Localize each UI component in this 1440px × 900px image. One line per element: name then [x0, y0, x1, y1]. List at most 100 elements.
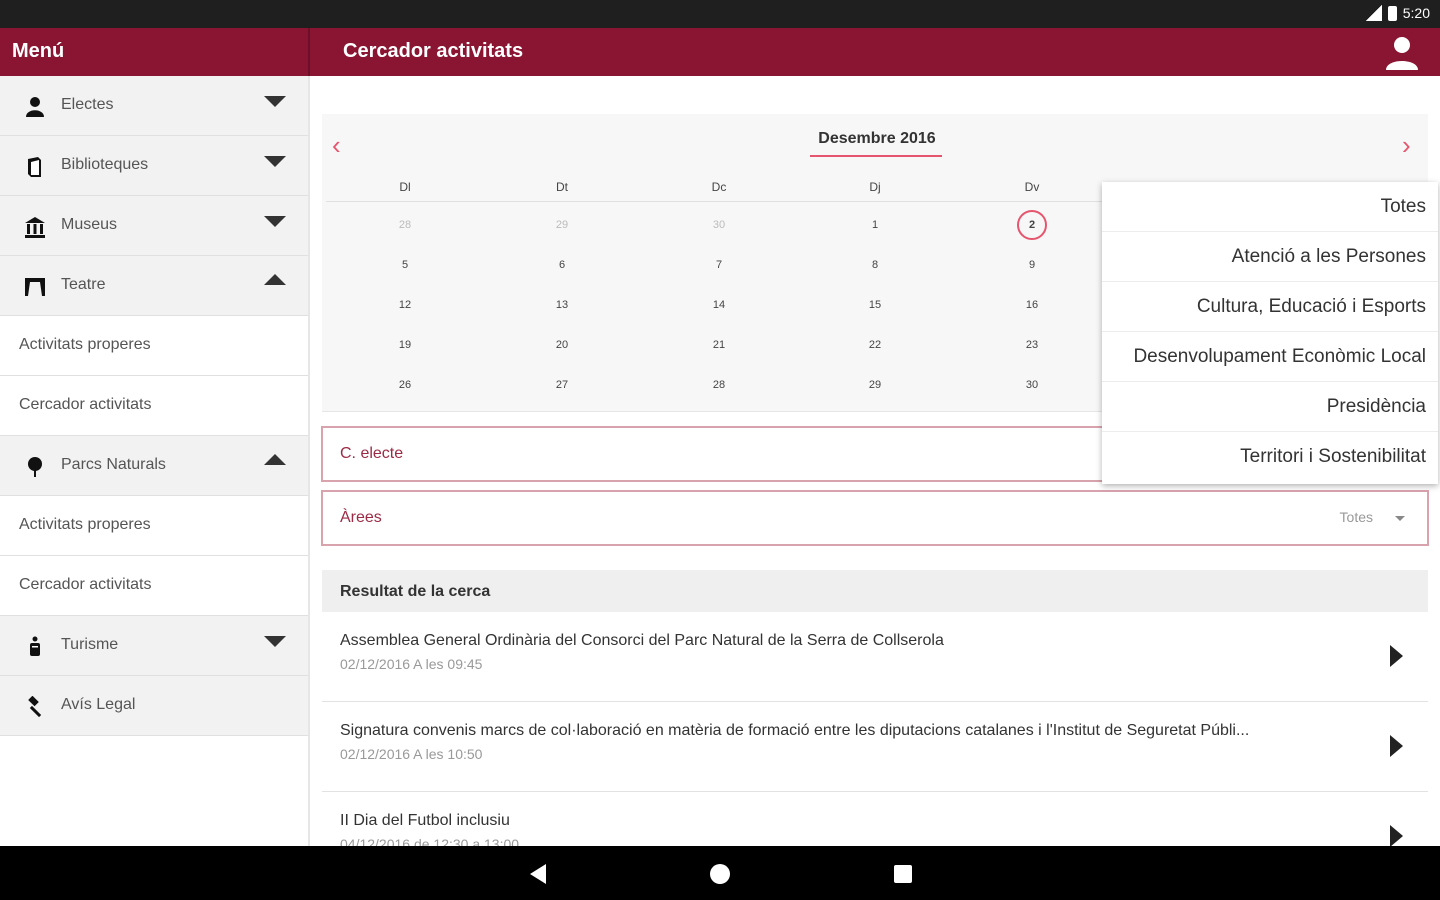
calendar-day[interactable]: 27	[547, 370, 577, 400]
sidebar-item-electes[interactable]: Electes	[0, 76, 308, 136]
sidebar-item-label: Activitats properes	[19, 516, 151, 533]
sidebar-item-label: Activitats properes	[19, 336, 151, 353]
home-icon[interactable]	[710, 864, 730, 884]
calendar-day[interactable]: 6	[547, 250, 577, 280]
status-indicators: 5:20	[1365, 5, 1430, 21]
dropdown-option-cultura[interactable]: Cultura, Educació i Esports	[1102, 282, 1438, 332]
calendar-weekday-label: Dt	[556, 180, 568, 194]
sidebar-item-label: Teatre	[61, 276, 106, 293]
back-icon[interactable]	[530, 864, 546, 884]
calendar-day[interactable]: 15	[860, 290, 890, 320]
sidebar-subitem-teatre-cercador-activitats[interactable]: Cercador activitats	[0, 376, 308, 436]
dropdown-option-territori[interactable]: Territori i Sostenibilitat	[1102, 432, 1438, 482]
sidebar-item-label: Turisme	[61, 636, 119, 653]
calendar-day[interactable]: 7	[704, 250, 734, 280]
sidebar-item-parcs-naturals[interactable]: Parcs Naturals	[0, 436, 308, 496]
system-nav-bar	[0, 846, 1440, 900]
search-results: Resultat de la cerca Assemblea General O…	[322, 570, 1428, 846]
result-title: Assemblea General Ordinària del Consorci…	[340, 632, 944, 649]
sidebar-menu: Electes Biblioteques Museus Teatre Activ…	[0, 76, 310, 846]
dropdown-option-desenvolupament[interactable]: Desenvolupament Econòmic Local	[1102, 332, 1438, 382]
calendar-day[interactable]: 13	[547, 290, 577, 320]
calendar-day[interactable]: 23	[1017, 330, 1047, 360]
calendar-day[interactable]: 30	[704, 210, 734, 240]
calendar-day[interactable]: 2	[1017, 210, 1047, 240]
chevron-right-icon[interactable]	[1390, 645, 1403, 667]
chevron-right-icon[interactable]	[1390, 825, 1403, 846]
calendar-day[interactable]: 22	[860, 330, 890, 360]
sidebar-item-biblioteques[interactable]: Biblioteques	[0, 136, 308, 196]
chevron-down-icon[interactable]	[264, 156, 286, 167]
chevron-down-icon[interactable]	[264, 216, 286, 227]
sidebar-item-label: Avís Legal	[61, 696, 136, 713]
chevron-right-icon[interactable]	[1390, 735, 1403, 757]
calendar-day[interactable]: 28	[390, 210, 420, 240]
calendar-month-underline	[810, 155, 942, 157]
areas-selected-value: Totes	[1339, 509, 1373, 525]
menu-title: Menú	[12, 40, 65, 62]
calendar-prev-button[interactable]: ‹	[332, 130, 341, 161]
sidebar-item-label: Electes	[61, 96, 114, 113]
calendar-weekday-label: Dj	[869, 180, 881, 194]
status-time: 5:20	[1402, 5, 1430, 21]
chevron-up-icon[interactable]	[264, 454, 286, 465]
dropdown-option-totes[interactable]: Totes	[1102, 182, 1438, 232]
user-account-icon[interactable]	[1384, 34, 1420, 70]
theater-icon	[25, 278, 45, 296]
result-date: 02/12/2016 A les 09:45	[340, 656, 483, 672]
calendar-day[interactable]: 30	[1017, 370, 1047, 400]
calendar-day[interactable]: 8	[860, 250, 890, 280]
chevron-down-icon[interactable]	[264, 96, 286, 107]
dropdown-option-atencio-persones[interactable]: Atenció a les Persones	[1102, 232, 1438, 282]
calendar-day[interactable]: 29	[860, 370, 890, 400]
dropdown-option-presidencia[interactable]: Presidència	[1102, 382, 1438, 432]
result-title: II Dia del Futbol inclusiu	[340, 812, 510, 829]
calendar-day[interactable]: 19	[390, 330, 420, 360]
calendar-next-button[interactable]: ›	[1402, 130, 1411, 161]
result-row[interactable]: Signatura convenis marcs de col·laboraci…	[322, 702, 1428, 792]
battery-icon	[1387, 5, 1397, 21]
sidebar-item-label: Cercador activitats	[19, 576, 152, 593]
person-icon	[26, 97, 44, 117]
page-title: Cercador activitats	[343, 40, 524, 62]
sidebar-item-turisme[interactable]: Turisme	[0, 616, 308, 676]
result-row[interactable]: Assemblea General Ordinària del Consorci…	[322, 612, 1428, 702]
museum-icon	[25, 217, 45, 238]
sidebar-item-label: Museus	[61, 216, 118, 233]
areas-field[interactable]: Àrees Totes	[321, 490, 1429, 546]
calendar-day[interactable]: 1	[860, 210, 890, 240]
result-date: 04/12/2016 de 12:30 a 13:00	[340, 836, 520, 846]
calendar-day[interactable]: 12	[390, 290, 420, 320]
sidebar-subitem-parcs-activitats-properes[interactable]: Activitats properes	[0, 496, 308, 556]
calendar-day[interactable]: 5	[390, 250, 420, 280]
sidebar-subitem-parcs-cercador-activitats[interactable]: Cercador activitats	[0, 556, 308, 616]
sidebar-item-label: Biblioteques	[61, 156, 149, 173]
calendar-day[interactable]: 26	[390, 370, 420, 400]
calendar-weekday-label: Dc	[711, 180, 727, 194]
calendar-day[interactable]: 14	[704, 290, 734, 320]
result-date: 02/12/2016 A les 10:50	[340, 746, 483, 762]
areas-dropdown-menu: Totes Atenció a les Persones Cultura, Ed…	[1102, 182, 1438, 484]
calendar-day[interactable]: 20	[547, 330, 577, 360]
calendar-day[interactable]: 9	[1017, 250, 1047, 280]
calendar-month-title: Desembre 2016	[818, 130, 936, 147]
book-icon	[28, 157, 41, 177]
calendar-day[interactable]: 29	[547, 210, 577, 240]
sidebar-item-avis-legal[interactable]: Avís Legal	[0, 676, 308, 736]
chevron-down-icon[interactable]	[264, 636, 286, 647]
result-row[interactable]: II Dia del Futbol inclusiu 04/12/2016 de…	[322, 792, 1428, 846]
calendar-day[interactable]: 16	[1017, 290, 1047, 320]
calendar-weekday-label: Dl	[399, 180, 411, 194]
sidebar-item-teatre[interactable]: Teatre	[0, 256, 308, 316]
areas-label: Àrees	[340, 509, 382, 526]
tree-icon	[28, 457, 42, 477]
sidebar-item-label: Cercador activitats	[19, 396, 152, 413]
calendar-day[interactable]: 28	[704, 370, 734, 400]
calendar-day[interactable]: 21	[704, 330, 734, 360]
sidebar-item-museus[interactable]: Museus	[0, 196, 308, 256]
recent-apps-icon[interactable]	[894, 865, 912, 883]
sidebar-subitem-teatre-activitats-properes[interactable]: Activitats properes	[0, 316, 308, 376]
dropdown-caret-icon[interactable]	[1395, 516, 1405, 521]
calendar-weekday-label: Dv	[1024, 180, 1040, 194]
chevron-up-icon[interactable]	[264, 274, 286, 285]
